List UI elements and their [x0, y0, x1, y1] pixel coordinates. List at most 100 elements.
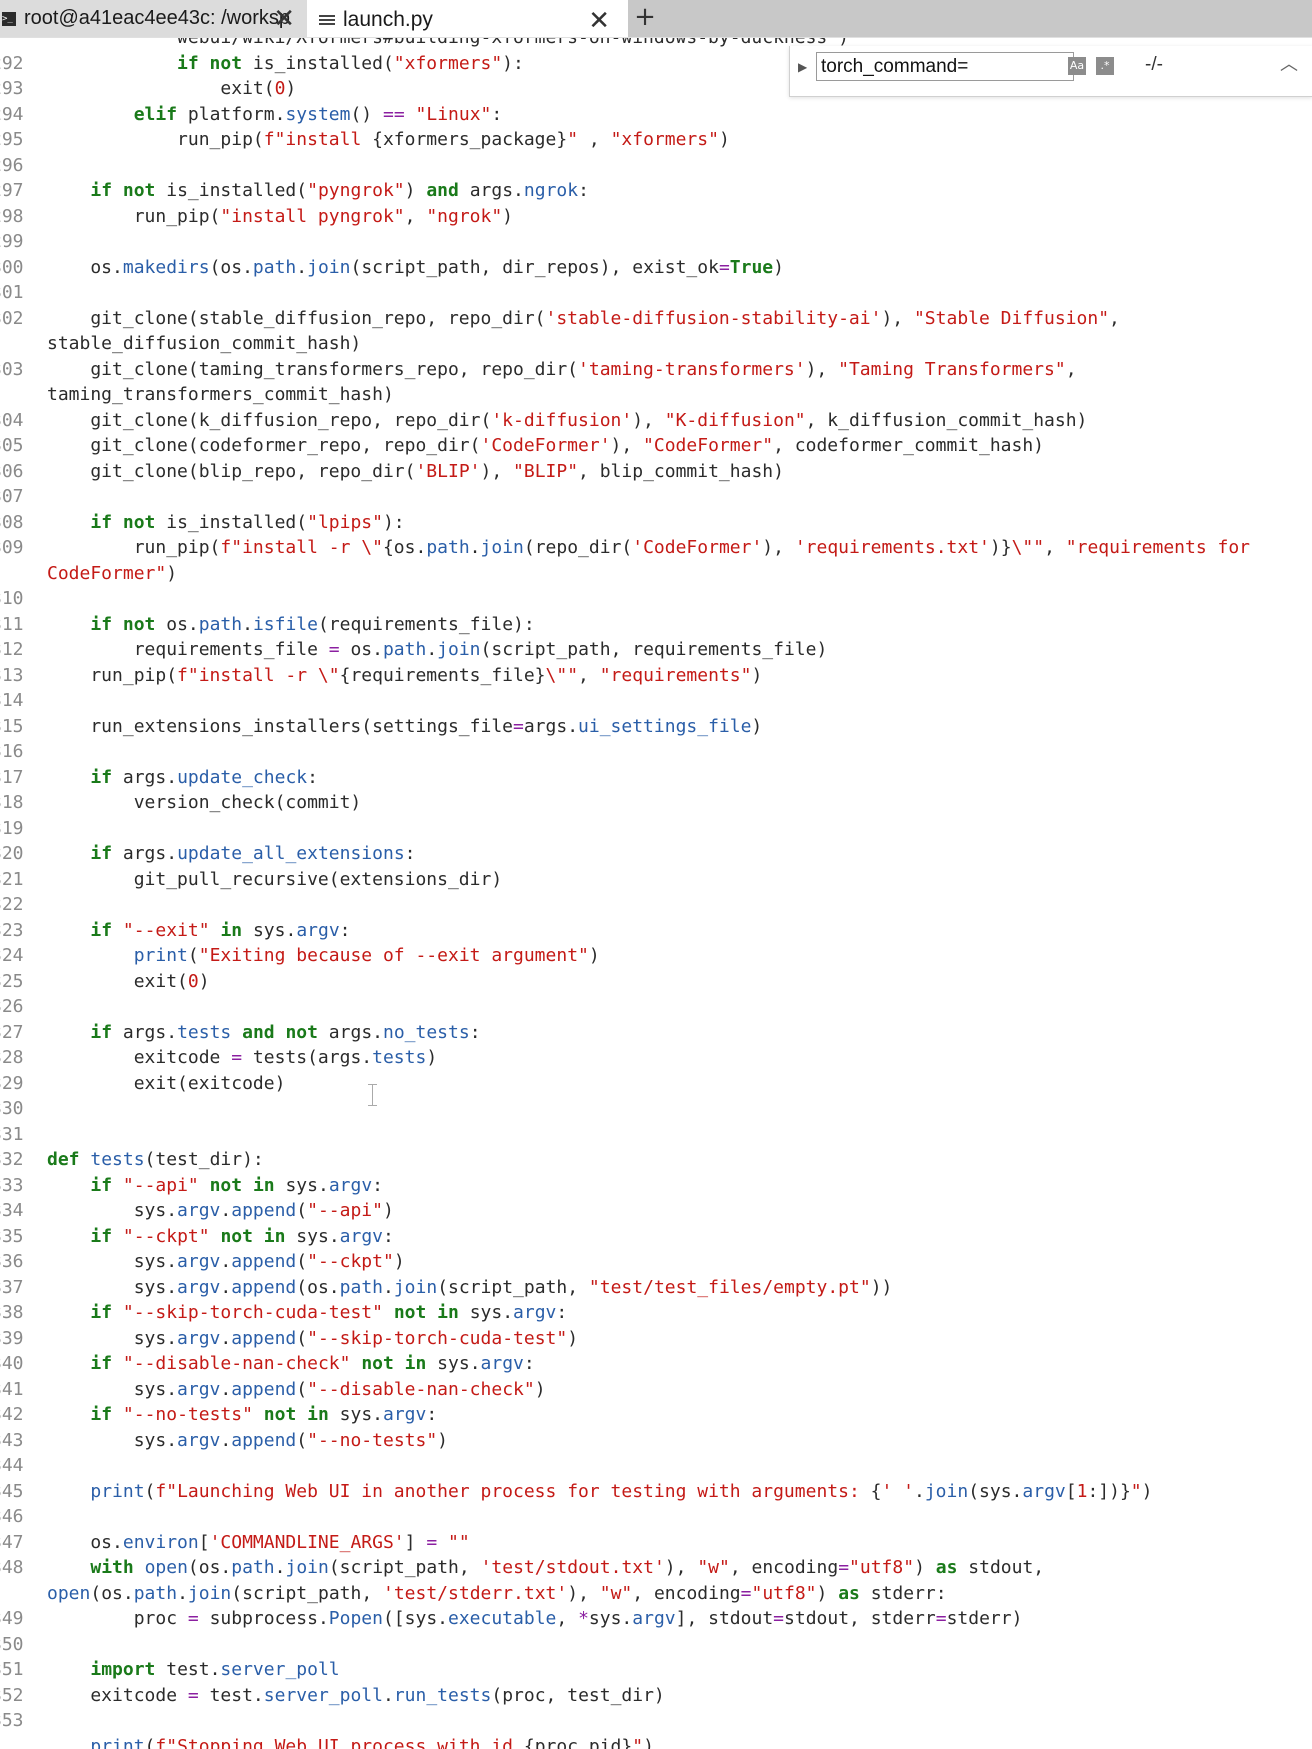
- code-line[interactable]: 309 run_pip(f"install -r \"{os.path.join…: [0, 535, 1312, 561]
- code-line[interactable]: open(os.path.join(script_path, 'test/std…: [0, 1581, 1312, 1607]
- line-number: 353: [0, 1710, 24, 1731]
- code-line[interactable]: 300 os.makedirs(os.path.join(script_path…: [0, 255, 1312, 281]
- code-line[interactable]: 353: [0, 1708, 1312, 1734]
- code-token: ),: [805, 358, 839, 380]
- code-token: argv: [480, 1353, 524, 1374]
- code-token: if: [90, 1021, 113, 1043]
- code-line[interactable]: 341 sys.argv.append("--disable-nan-check…: [0, 1377, 1312, 1403]
- code-line[interactable]: print(f"Stopping Web UI process with id …: [0, 1734, 1312, 1749]
- tab-launch-py[interactable]: launch.py ✕: [307, 0, 628, 37]
- code-line[interactable]: 315 run_extensions_installers(settings_f…: [0, 714, 1312, 740]
- code-token: update_check: [177, 766, 308, 788]
- code-line[interactable]: 342 if "--no-tests" not in sys.argv:: [0, 1402, 1312, 1428]
- code-line[interactable]: 308 if not is_installed("lpips"):: [0, 510, 1312, 536]
- code-token: path: [252, 256, 297, 278]
- code-token: ": [567, 129, 579, 150]
- code-editor[interactable]: webui/wiki/Xformers#building-xformers-on…: [0, 38, 1312, 1749]
- code-line[interactable]: 295 run_pip(f"install {xformers_package}…: [0, 127, 1312, 153]
- regex-icon[interactable]: .*: [1096, 57, 1114, 75]
- toggle-replace-icon[interactable]: ▶: [798, 60, 807, 74]
- code-token: ,: [556, 1608, 579, 1629]
- code-line[interactable]: 340 if "--disable-nan-check" not in sys.…: [0, 1351, 1312, 1377]
- code-line[interactable]: 305 git_clone(codeformer_repo, repo_dir(…: [0, 433, 1312, 459]
- code-line[interactable]: 307: [0, 484, 1312, 510]
- new-tab-button[interactable]: +: [632, 0, 658, 37]
- code-line[interactable]: 304 git_clone(k_diffusion_repo, repo_dir…: [0, 408, 1312, 434]
- code-line[interactable]: stable_diffusion_commit_hash): [0, 331, 1312, 357]
- line-number: 346: [0, 1506, 24, 1527]
- tab-terminal[interactable]: >_ root@a41eac4ee43c: /worksp ✕: [0, 0, 307, 37]
- code-line[interactable]: 327 if args.tests and not args.no_tests:: [0, 1020, 1312, 1046]
- code-token: if not: [177, 52, 243, 74]
- find-input[interactable]: torch_command=: [816, 52, 1074, 81]
- code-line[interactable]: 294 elif platform.system() == "Linux":: [0, 102, 1312, 128]
- code-line[interactable]: 338 if "--skip-torch-cuda-test" not in s…: [0, 1300, 1312, 1326]
- code-line[interactable]: 299: [0, 229, 1312, 255]
- code-line[interactable]: 317 if args.update_check:: [0, 765, 1312, 791]
- chevron-up-icon[interactable]: ︿: [1280, 50, 1298, 76]
- code-line[interactable]: 303 git_clone(taming_transformers_repo, …: [0, 357, 1312, 383]
- code-line[interactable]: 329 exit(exitcode): [0, 1071, 1312, 1097]
- code-line[interactable]: CodeFormer"): [0, 561, 1312, 587]
- tab-terminal-close-icon[interactable]: ✕: [273, 4, 295, 34]
- code-line[interactable]: 336 sys.argv.append("--ckpt"): [0, 1249, 1312, 1275]
- code-line[interactable]: 347 os.environ['COMMANDLINE_ARGS'] = "": [0, 1530, 1312, 1556]
- code-line[interactable]: 335 if "--ckpt" not in sys.argv:: [0, 1224, 1312, 1250]
- code-line[interactable]: 322: [0, 892, 1312, 918]
- code-line[interactable]: 348 with open(os.path.join(script_path, …: [0, 1555, 1312, 1581]
- code-line[interactable]: 321 git_pull_recursive(extensions_dir): [0, 867, 1312, 893]
- code-line[interactable]: 312 requirements_file = os.path.join(scr…: [0, 637, 1312, 663]
- code-line[interactable]: 330: [0, 1096, 1312, 1122]
- code-line[interactable]: 350: [0, 1632, 1312, 1658]
- code-token: 'test/stdout.txt': [480, 1557, 665, 1578]
- code-line[interactable]: 298 run_pip("install pyngrok", "ngrok"): [0, 204, 1312, 230]
- code-line[interactable]: 313 run_pip(f"install -r \"{requirements…: [0, 663, 1312, 689]
- line-number: 292: [0, 52, 24, 74]
- code-line[interactable]: taming_transformers_commit_hash): [0, 382, 1312, 408]
- code-line[interactable]: 343 sys.argv.append("--no-tests"): [0, 1428, 1312, 1454]
- code-line[interactable]: 351 import test.server_poll: [0, 1657, 1312, 1683]
- code-line[interactable]: 334 sys.argv.append("--api"): [0, 1198, 1312, 1224]
- code-line[interactable]: 326: [0, 994, 1312, 1020]
- code-line[interactable]: 325 exit(0): [0, 969, 1312, 995]
- code-token: makedirs: [122, 256, 210, 278]
- line-text: sys.argv.append("--skip-torch-cuda-test"…: [47, 1326, 578, 1352]
- code-line[interactable]: 328 exitcode = tests(args.tests): [0, 1045, 1312, 1071]
- code-line[interactable]: 301: [0, 280, 1312, 306]
- code-line[interactable]: 310: [0, 586, 1312, 612]
- code-line[interactable]: 345 print(f"Launching Web UI in another …: [0, 1479, 1312, 1505]
- code-line[interactable]: 331: [0, 1122, 1312, 1148]
- code-line[interactable]: 302 git_clone(stable_diffusion_repo, rep…: [0, 306, 1312, 332]
- code-line[interactable]: 296: [0, 153, 1312, 179]
- code-token: system: [285, 103, 351, 125]
- code-line[interactable]: 352 exitcode = test.server_poll.run_test…: [0, 1683, 1312, 1709]
- code-token: tests: [90, 1149, 145, 1170]
- code-line[interactable]: 344: [0, 1453, 1312, 1479]
- code-line[interactable]: 306 git_clone(blip_repo, repo_dir('BLIP'…: [0, 459, 1312, 485]
- tab-file-close-icon[interactable]: ✕: [588, 6, 610, 36]
- code-line[interactable]: 346: [0, 1504, 1312, 1530]
- code-line[interactable]: 332 def tests(test_dir):: [0, 1147, 1312, 1173]
- code-line[interactable]: 318 version_check(commit): [0, 790, 1312, 816]
- code-token: argv: [177, 1200, 221, 1221]
- line-number: 325: [0, 970, 24, 992]
- code-token: tests: [372, 1047, 427, 1068]
- code-token: run_pip(: [47, 664, 178, 686]
- code-line[interactable]: 319: [0, 816, 1312, 842]
- code-token: is_installed(: [155, 511, 308, 533]
- code-line[interactable]: 339 sys.argv.append("--skip-torch-cuda-t…: [0, 1326, 1312, 1352]
- match-case-icon[interactable]: Aa: [1068, 57, 1086, 75]
- code-line[interactable]: 297 if not is_installed("pyngrok") and a…: [0, 178, 1312, 204]
- code-line[interactable]: 333 if "--api" not in sys.argv:: [0, 1173, 1312, 1199]
- code-line[interactable]: 337 sys.argv.append(os.path.join(script_…: [0, 1275, 1312, 1301]
- code-line[interactable]: 349 proc = subprocess.Popen([sys.executa…: [0, 1606, 1312, 1632]
- line-number: 339: [0, 1327, 24, 1349]
- code-line[interactable]: 320 if args.update_all_extensions:: [0, 841, 1312, 867]
- code-line[interactable]: 314: [0, 688, 1312, 714]
- code-line[interactable]: 323 if "--exit" in sys.argv:: [0, 918, 1312, 944]
- code-line[interactable]: 316: [0, 739, 1312, 765]
- code-line[interactable]: 311 if not os.path.isfile(requirements_f…: [0, 612, 1312, 638]
- code-line[interactable]: 324 print("Exiting because of --exit arg…: [0, 943, 1312, 969]
